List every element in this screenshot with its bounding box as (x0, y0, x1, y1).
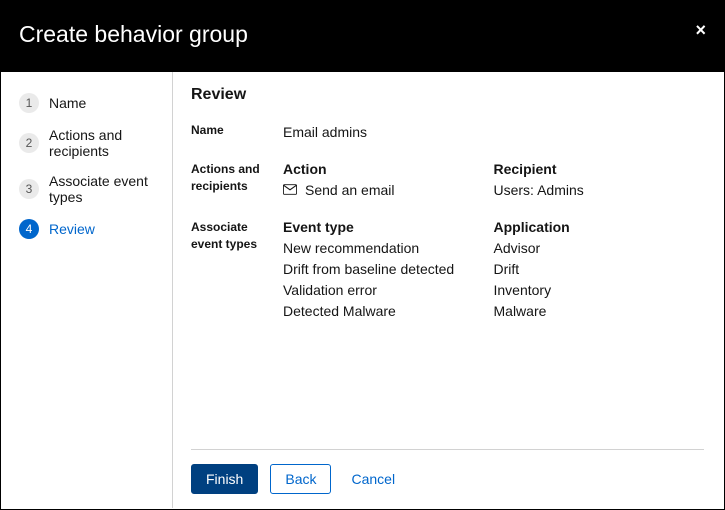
review-values: Action Send an email Recipient Users: Ad… (283, 161, 704, 201)
step-label: Name (49, 95, 86, 111)
review-row-actions: Actions and recipients Action Send an em… (191, 161, 704, 201)
step-number: 4 (19, 219, 39, 239)
application-column: Application Advisor Drift Inventory Malw… (494, 219, 705, 322)
recipient-value: Users: Admins (494, 180, 705, 201)
review-label: Associate event types (191, 219, 283, 253)
content-pane: Review Name Email admins Actions and rec… (173, 72, 724, 508)
event-type-value: New recommendation (283, 238, 494, 259)
review-row-events: Associate event types Event type New rec… (191, 219, 704, 322)
wizard-step-associate[interactable]: 3 Associate event types (1, 166, 172, 212)
action-heading: Action (283, 161, 494, 177)
application-value: Inventory (494, 280, 705, 301)
wizard-footer: Finish Back Cancel (191, 449, 704, 494)
application-value: Malware (494, 301, 705, 322)
modal-title: Create behavior group (19, 21, 248, 48)
review-values: Event type New recommendation Drift from… (283, 219, 704, 322)
action-column: Action Send an email (283, 161, 494, 201)
wizard-step-name[interactable]: 1 Name (1, 86, 172, 120)
review-label: Name (191, 122, 283, 139)
event-type-heading: Event type (283, 219, 494, 235)
step-number: 3 (19, 179, 39, 199)
review-values: Email admins (283, 122, 704, 143)
review-label: Actions and recipients (191, 161, 283, 195)
action-value: Send an email (305, 180, 395, 201)
name-value: Email admins (283, 122, 367, 143)
modal-header: Create behavior group × (1, 1, 724, 72)
step-number: 2 (19, 133, 39, 153)
event-type-column: Event type New recommendation Drift from… (283, 219, 494, 322)
envelope-icon (283, 180, 297, 201)
finish-button[interactable]: Finish (191, 464, 258, 494)
action-value-row: Send an email (283, 180, 494, 201)
step-label: Actions and recipients (49, 127, 154, 159)
step-label: Associate event types (49, 173, 154, 205)
close-icon[interactable]: × (695, 21, 706, 39)
wizard-nav: 1 Name 2 Actions and recipients 3 Associ… (1, 72, 173, 508)
back-button[interactable]: Back (270, 464, 331, 494)
modal-body: 1 Name 2 Actions and recipients 3 Associ… (1, 72, 724, 508)
event-type-value: Validation error (283, 280, 494, 301)
event-type-value: Drift from baseline detected (283, 259, 494, 280)
wizard-step-review[interactable]: 4 Review (1, 212, 172, 246)
application-value: Drift (494, 259, 705, 280)
recipient-column: Recipient Users: Admins (494, 161, 705, 201)
application-heading: Application (494, 219, 705, 235)
event-type-value: Detected Malware (283, 301, 494, 322)
recipient-heading: Recipient (494, 161, 705, 177)
step-label: Review (49, 221, 95, 237)
page-title: Review (191, 86, 704, 104)
cancel-button[interactable]: Cancel (343, 465, 403, 493)
review-row-name: Name Email admins (191, 122, 704, 143)
step-number: 1 (19, 93, 39, 113)
wizard-step-actions[interactable]: 2 Actions and recipients (1, 120, 172, 166)
application-value: Advisor (494, 238, 705, 259)
